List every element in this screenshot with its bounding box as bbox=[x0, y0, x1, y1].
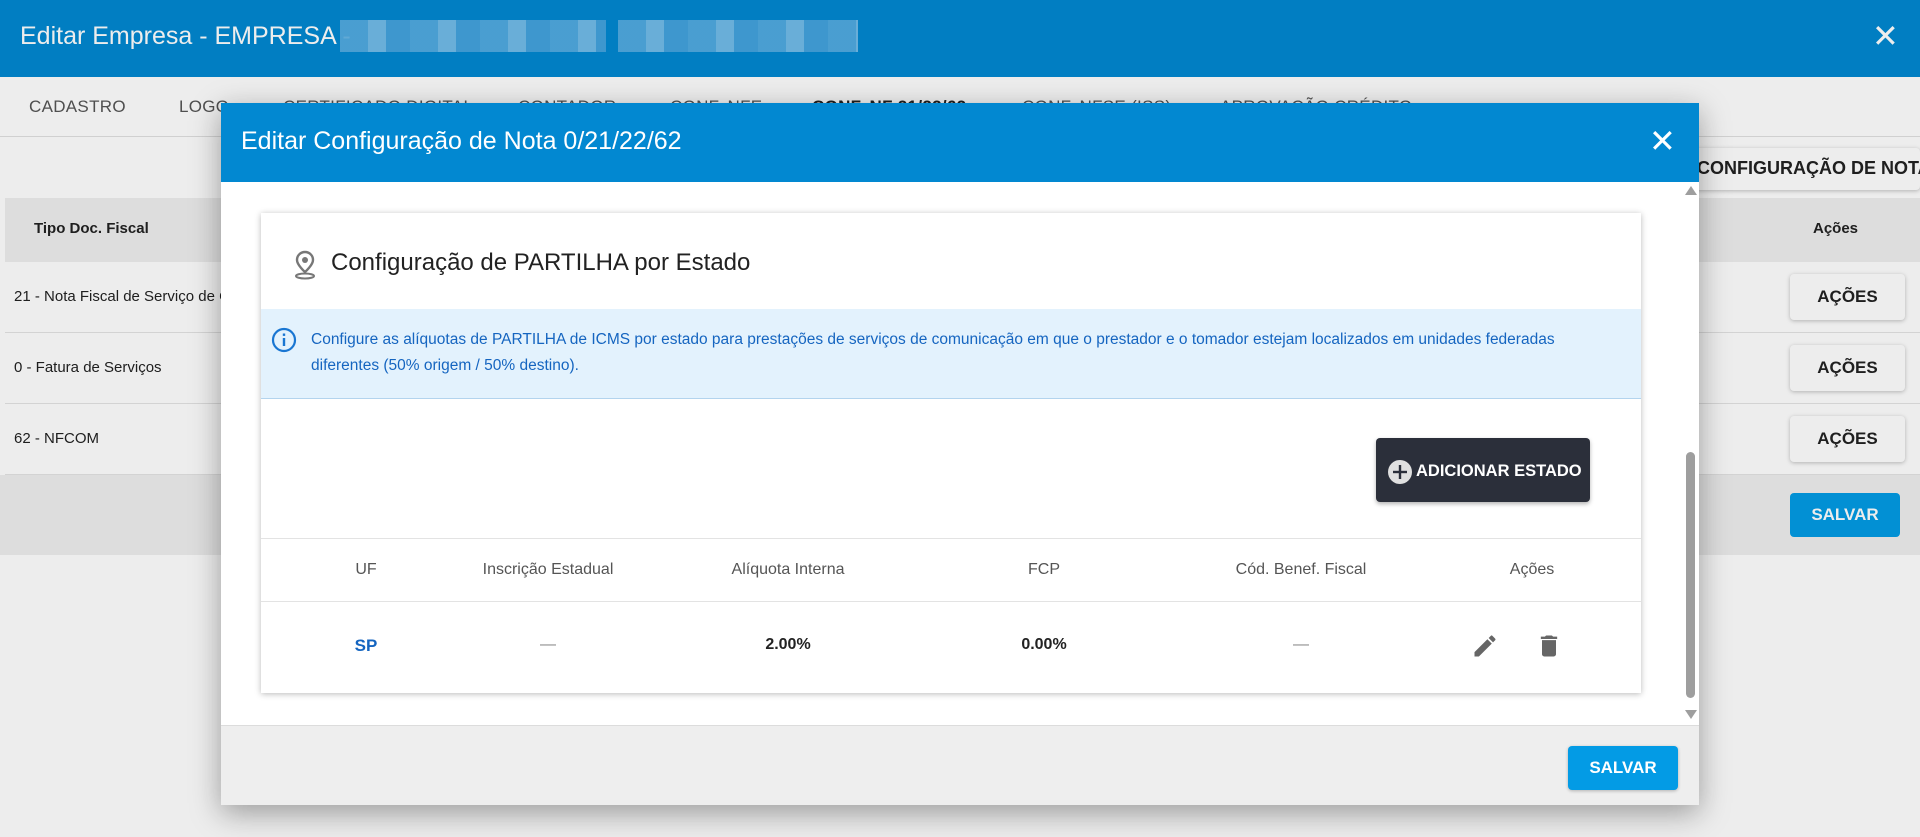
plus-circle-icon bbox=[1388, 460, 1412, 484]
close-icon[interactable]: ✕ bbox=[1649, 125, 1676, 157]
info-text: Configure as alíquotas de PARTILHA de IC… bbox=[311, 331, 1555, 374]
modal-header: Editar Configuração de Nota 0/21/22/62 ✕ bbox=[221, 103, 1699, 182]
cell-fcp: 0.00% bbox=[1021, 636, 1067, 653]
pencil-icon[interactable] bbox=[1471, 632, 1499, 660]
th-acoes: Ações bbox=[1509, 561, 1555, 578]
th-inscricao: Inscrição Estadual bbox=[482, 561, 614, 578]
scroll-down-icon[interactable] bbox=[1685, 710, 1697, 719]
cell-inscricao: — bbox=[540, 636, 556, 653]
add-estado-button[interactable]: ADICIONAR ESTADO bbox=[1376, 438, 1590, 502]
table-header: UF Inscrição Estadual Alíquota Interna F… bbox=[261, 538, 1641, 602]
save-button[interactable]: SALVAR bbox=[1568, 746, 1678, 790]
info-alert: Configure as alíquotas de PARTILHA de IC… bbox=[261, 309, 1641, 399]
th-uf: UF bbox=[355, 561, 377, 578]
th-fcp: FCP bbox=[1028, 561, 1060, 578]
partilha-card: Configuração de PARTILHA por Estado Conf… bbox=[261, 213, 1641, 693]
table-row: SP — 2.00% 0.00% — bbox=[261, 602, 1641, 692]
cell-aliquota: 2.00% bbox=[765, 636, 811, 653]
add-estado-label: ADICIONAR ESTADO bbox=[1416, 462, 1582, 480]
th-aliquota: Alíquota Interna bbox=[731, 561, 845, 578]
modal-footer: SALVAR bbox=[221, 725, 1699, 805]
info-icon bbox=[271, 327, 297, 353]
modal-body[interactable]: Configuração de PARTILHA por Estado Conf… bbox=[221, 182, 1699, 725]
card-title: Configuração de PARTILHA por Estado bbox=[331, 249, 751, 276]
cell-uf: SP bbox=[354, 636, 378, 655]
th-cod-benef: Cód. Benef. Fiscal bbox=[1235, 561, 1367, 578]
edit-config-modal: Editar Configuração de Nota 0/21/22/62 ✕… bbox=[221, 103, 1699, 805]
map-pin-icon bbox=[295, 250, 315, 280]
scrollbar[interactable] bbox=[1683, 182, 1699, 725]
modal-title: Editar Configuração de Nota 0/21/22/62 bbox=[241, 127, 682, 155]
scroll-up-icon[interactable] bbox=[1685, 186, 1697, 195]
scrollbar-thumb[interactable] bbox=[1686, 452, 1695, 698]
trash-icon[interactable] bbox=[1535, 632, 1563, 660]
cell-cod-benef: — bbox=[1293, 636, 1309, 653]
